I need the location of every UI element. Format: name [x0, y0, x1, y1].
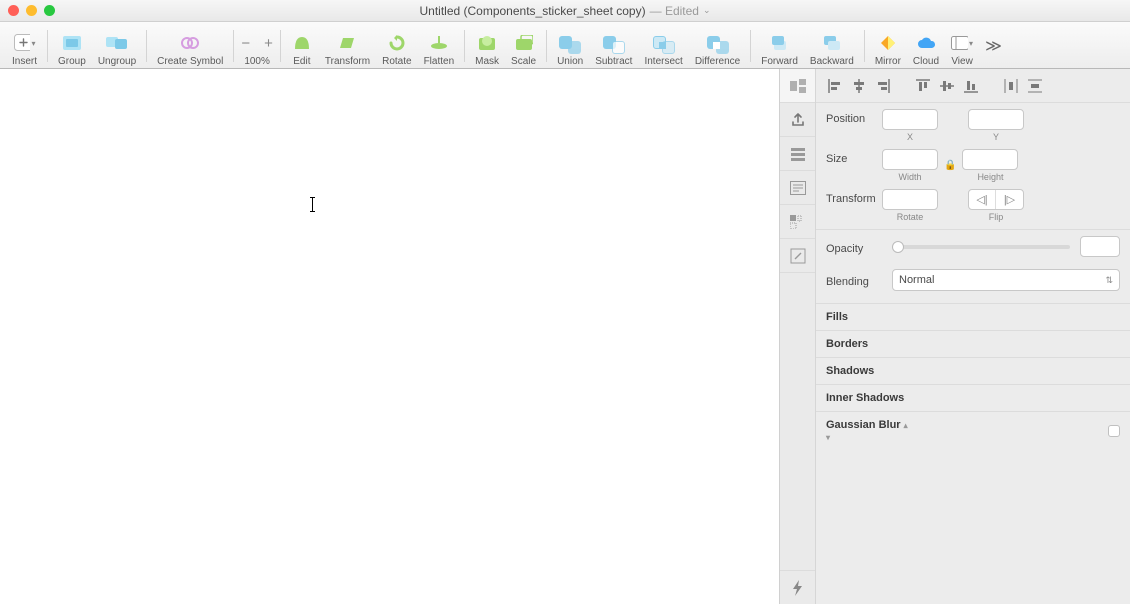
- fills-section[interactable]: Fills: [816, 303, 1130, 330]
- titlebar: Untitled (Components_sticker_sheet copy)…: [0, 0, 1130, 22]
- intersect-button[interactable]: Intersect: [638, 25, 688, 67]
- intersect-icon: [653, 36, 675, 54]
- edit-shape-icon: [291, 32, 313, 54]
- difference-button[interactable]: Difference: [689, 25, 746, 67]
- tab-layers-stack[interactable]: [780, 137, 815, 171]
- tab-grid[interactable]: [780, 205, 815, 239]
- difference-icon: [707, 36, 729, 54]
- tab-text[interactable]: [780, 171, 815, 205]
- bring-forward-icon: [769, 32, 791, 54]
- title-status: Edited: [665, 4, 699, 18]
- plus-icon: ▾: [14, 32, 36, 54]
- gaussian-blur-checkbox[interactable]: [1108, 425, 1120, 437]
- opacity-input[interactable]: [1080, 236, 1120, 257]
- canvas[interactable]: [0, 69, 779, 604]
- flip-horizontal-button[interactable]: ◁|: [969, 190, 996, 209]
- scale-button[interactable]: Scale: [505, 25, 542, 67]
- opacity-row: Opacity: [816, 229, 1130, 263]
- union-icon: [559, 36, 581, 54]
- cloud-button[interactable]: Cloud: [907, 25, 945, 67]
- rotate-input[interactable]: [882, 189, 938, 210]
- inner-shadows-section[interactable]: Inner Shadows: [816, 384, 1130, 411]
- transform-shape-icon: [336, 32, 358, 54]
- minimize-window[interactable]: [26, 5, 37, 16]
- zoom-control[interactable]: − + 100%: [238, 25, 276, 67]
- symbol-icon: [179, 32, 201, 54]
- align-bottom-icon[interactable]: [960, 75, 982, 97]
- size-row: Size Width 🔒 Height: [816, 143, 1130, 183]
- mask-icon: [476, 32, 498, 54]
- align-top-icon[interactable]: [912, 75, 934, 97]
- toolbar-overflow-button[interactable]: ≫: [979, 36, 1008, 56]
- flip-vertical-button[interactable]: |▷: [996, 190, 1023, 209]
- transform-row: Transform Rotate ◁| |▷ Flip: [816, 183, 1130, 223]
- lock-aspect-icon[interactable]: 🔒: [944, 160, 956, 171]
- view-layout-icon: ▾: [951, 32, 973, 54]
- align-row: [816, 69, 1130, 103]
- transform-button[interactable]: Transform: [319, 25, 376, 67]
- create-symbol-button[interactable]: Create Symbol: [151, 25, 229, 67]
- flip-buttons: ◁| |▷: [968, 189, 1024, 210]
- select-arrows-icon: ⇅: [1105, 275, 1113, 286]
- align-hcenter-icon[interactable]: [848, 75, 870, 97]
- shadows-section[interactable]: Shadows: [816, 357, 1130, 384]
- forward-button[interactable]: Forward: [755, 25, 804, 67]
- tab-style[interactable]: [780, 69, 815, 103]
- ungroup-icon: [106, 32, 128, 54]
- tab-resize[interactable]: [780, 239, 815, 273]
- flatten-icon: [428, 32, 450, 54]
- edit-button[interactable]: Edit: [285, 25, 319, 67]
- toolbar: ▾ Insert Group Ungroup Create Symbol − +…: [0, 22, 1130, 69]
- right-panel: Position X Y Size Width 🔒 Height Transfo…: [779, 69, 1130, 604]
- align-right-icon[interactable]: [872, 75, 894, 97]
- inspector-tabstrip: [780, 69, 816, 604]
- blending-select[interactable]: Normal ⇅: [892, 269, 1120, 291]
- tab-export[interactable]: [780, 103, 815, 137]
- mirror-diamond-icon: [877, 32, 899, 54]
- position-y-input[interactable]: [968, 109, 1024, 130]
- mask-button[interactable]: Mask: [469, 25, 505, 67]
- backward-button[interactable]: Backward: [804, 25, 860, 67]
- window-controls: [8, 5, 55, 16]
- rotate-arrow-icon: [386, 32, 408, 54]
- title-menu-chevron-icon[interactable]: ⌄: [703, 5, 711, 16]
- union-button[interactable]: Union: [551, 25, 589, 67]
- send-backward-icon: [821, 32, 843, 54]
- flatten-button[interactable]: Flatten: [418, 25, 461, 67]
- position-row: Position X Y: [816, 103, 1130, 143]
- close-window[interactable]: [8, 5, 19, 16]
- insert-button[interactable]: ▾ Insert: [6, 25, 43, 67]
- ungroup-button[interactable]: Ungroup: [92, 25, 142, 67]
- zoom-out-button[interactable]: −: [238, 35, 253, 52]
- title-name: Untitled (Components_sticker_sheet copy): [419, 4, 645, 18]
- zoom-in-button[interactable]: +: [261, 35, 276, 52]
- tab-spacer: [780, 273, 815, 570]
- view-button[interactable]: ▾ View: [945, 25, 979, 67]
- main-area: Position X Y Size Width 🔒 Height Transfo…: [0, 69, 1130, 604]
- opacity-slider[interactable]: [892, 245, 1070, 249]
- document-title: Untitled (Components_sticker_sheet copy)…: [419, 4, 710, 18]
- align-vcenter-icon[interactable]: [936, 75, 958, 97]
- rotate-button[interactable]: Rotate: [376, 25, 417, 67]
- distribute-v-icon[interactable]: [1024, 75, 1046, 97]
- scale-icon: [513, 32, 535, 54]
- height-input[interactable]: [962, 149, 1018, 170]
- position-x-input[interactable]: [882, 109, 938, 130]
- tab-bolt[interactable]: [780, 570, 815, 604]
- gaussian-blur-section[interactable]: Gaussian Blur ▴▾: [816, 411, 1130, 450]
- cloud-icon: [915, 32, 937, 54]
- distribute-h-icon[interactable]: [1000, 75, 1022, 97]
- mirror-button[interactable]: Mirror: [869, 25, 907, 67]
- group-icon: [61, 32, 83, 54]
- width-input[interactable]: [882, 149, 938, 170]
- text-cursor-icon: [312, 197, 313, 212]
- group-button[interactable]: Group: [52, 25, 92, 67]
- blending-row: Blending Normal ⇅: [816, 263, 1130, 303]
- subtract-icon: [603, 36, 625, 54]
- align-left-icon[interactable]: [824, 75, 846, 97]
- zoom-window[interactable]: [44, 5, 55, 16]
- inspector-panel: Position X Y Size Width 🔒 Height Transfo…: [816, 69, 1130, 604]
- subtract-button[interactable]: Subtract: [589, 25, 638, 67]
- borders-section[interactable]: Borders: [816, 330, 1130, 357]
